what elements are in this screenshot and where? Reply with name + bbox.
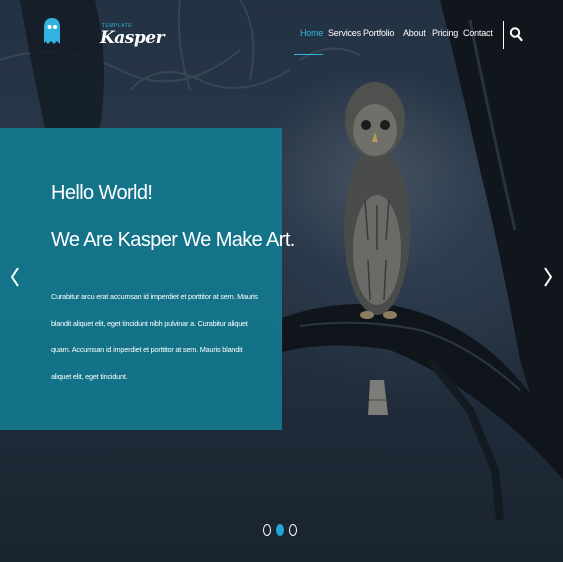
nav-item-pricing[interactable]: Pricing <box>432 28 458 38</box>
nav-item-home[interactable]: Home <box>300 28 323 38</box>
chevron-right-icon <box>544 267 553 287</box>
hero-section: TEMPLATE Kasper Home Services Portfolio … <box>0 0 563 562</box>
nav-item-services[interactable]: Services <box>328 28 361 38</box>
nav-item-contact[interactable]: Contact <box>463 28 493 38</box>
slider-dot[interactable] <box>263 524 271 536</box>
nav-divider <box>503 21 504 49</box>
brand-logo[interactable]: TEMPLATE Kasper <box>40 14 165 48</box>
hero-title-line2: We Are Kasper We Make Art. <box>51 229 295 251</box>
hero-description: Curabitur arcu erat accumsan id imperdie… <box>51 292 258 381</box>
slider-next-button[interactable] <box>541 262 555 292</box>
top-navbar: TEMPLATE Kasper Home Services Portfolio … <box>0 0 563 70</box>
search-icon <box>509 27 523 42</box>
slider-dot-active[interactable] <box>276 524 284 536</box>
chevron-left-icon <box>10 267 19 287</box>
slider-prev-button[interactable] <box>8 262 22 292</box>
hero-title-line1: Hello World! <box>51 182 153 204</box>
slider-pagination <box>260 522 300 538</box>
active-nav-underline <box>294 54 323 55</box>
ghost-logo-icon <box>44 18 60 44</box>
brand-name: Kasper <box>100 28 165 48</box>
slider-dot[interactable] <box>289 524 297 536</box>
nav-item-about[interactable]: About <box>403 28 426 38</box>
search-button[interactable] <box>509 26 523 42</box>
nav-item-portfolio[interactable]: Portfolio <box>363 28 394 38</box>
